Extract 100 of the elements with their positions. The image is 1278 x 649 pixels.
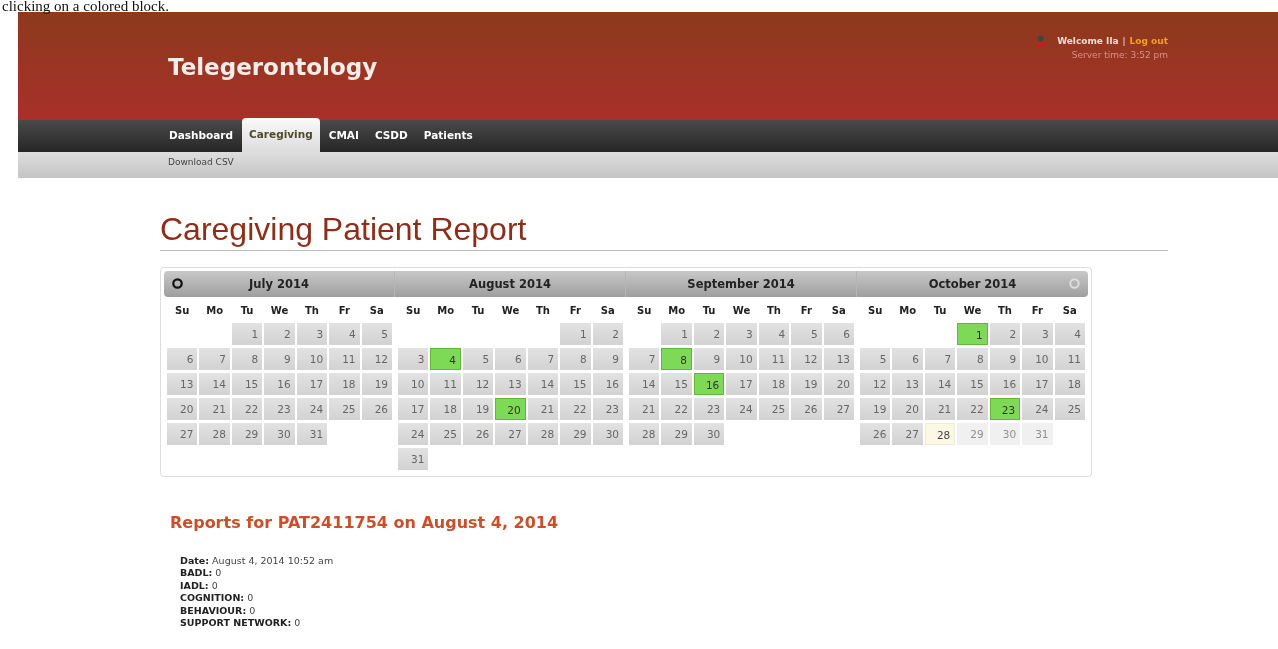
calendar-day[interactable]: 19 (361, 373, 392, 396)
calendar-day[interactable]: 1 (957, 323, 988, 346)
calendar-day[interactable]: 31 (296, 423, 328, 446)
calendar-day[interactable]: 5 (791, 323, 822, 346)
calendar-day[interactable]: 6 (167, 348, 198, 371)
calendar-day[interactable]: 18 (329, 373, 360, 396)
calendar-day[interactable]: 23 (693, 398, 725, 421)
calendar-day[interactable]: 2 (264, 323, 295, 346)
calendar-day[interactable]: 12 (860, 373, 891, 396)
calendar-day[interactable]: 28 (199, 423, 230, 446)
calendar-day[interactable]: 27 (892, 423, 923, 446)
calendar-day[interactable]: 7 (924, 348, 956, 371)
calendar-day[interactable]: 10 (398, 373, 429, 396)
calendar-day[interactable]: 13 (495, 373, 526, 396)
calendar-day[interactable]: 8 (957, 348, 988, 371)
calendar-day[interactable]: 10 (726, 348, 757, 371)
calendar-day[interactable]: 22 (231, 398, 263, 421)
calendar-day[interactable]: 9 (693, 348, 725, 371)
calendar-day[interactable]: 25 (758, 398, 790, 421)
subnav-link[interactable]: Download CSV (168, 152, 234, 178)
calendar-day[interactable]: 6 (495, 348, 526, 371)
calendar-day[interactable]: 8 (661, 348, 692, 371)
calendar-day[interactable]: 18 (1054, 373, 1085, 396)
calendar-day[interactable]: 13 (892, 373, 923, 396)
calendar-day[interactable]: 22 (560, 398, 591, 421)
calendar-day[interactable]: 1 (560, 323, 591, 346)
calendar-day[interactable]: 27 (167, 423, 198, 446)
calendar-day[interactable]: 25 (430, 423, 461, 446)
calendar-day[interactable]: 17 (1022, 373, 1053, 396)
calendar-day[interactable]: 21 (527, 398, 559, 421)
calendar-day[interactable]: 3 (1022, 323, 1053, 346)
nav-tab[interactable]: Caregiving (242, 118, 320, 152)
calendar-day[interactable]: 3 (726, 323, 757, 346)
calendar-day[interactable]: 24 (726, 398, 757, 421)
calendar-day[interactable]: 15 (231, 373, 263, 396)
calendar-day[interactable]: 24 (398, 423, 429, 446)
calendar-day[interactable]: 2 (693, 323, 725, 346)
calendar-day[interactable]: 2 (592, 323, 623, 346)
calendar-day[interactable]: 27 (823, 398, 854, 421)
calendar-day[interactable]: 21 (199, 398, 230, 421)
calendar-day[interactable]: 12 (361, 348, 392, 371)
calendar-day[interactable]: 10 (1022, 348, 1053, 371)
calendar-day[interactable]: 14 (629, 373, 660, 396)
calendar-day[interactable]: 15 (560, 373, 591, 396)
calendar-day[interactable]: 16 (592, 373, 623, 396)
calendar-day[interactable]: 7 (527, 348, 559, 371)
calendar-day[interactable]: 19 (791, 373, 822, 396)
calendar-day[interactable]: 30 (592, 423, 623, 446)
calendar-day[interactable]: 26 (791, 398, 822, 421)
calendar-day[interactable]: 15 (957, 373, 988, 396)
nav-tab[interactable]: Dashboard (162, 121, 241, 152)
calendar-day[interactable]: 3 (398, 348, 429, 371)
calendar-day[interactable]: 11 (1054, 348, 1085, 371)
calendar-day[interactable]: 16 (264, 373, 295, 396)
calendar-day[interactable]: 13 (823, 348, 854, 371)
calendar-day[interactable]: 27 (495, 423, 526, 446)
calendar-day[interactable]: 10 (296, 348, 328, 371)
calendar-day[interactable]: 5 (462, 348, 494, 371)
calendar-day[interactable]: 23 (989, 398, 1021, 421)
calendar-day[interactable]: 14 (527, 373, 559, 396)
calendar-day[interactable]: 19 (462, 398, 494, 421)
calendar-day[interactable]: 17 (296, 373, 328, 396)
calendar-day[interactable]: 8 (560, 348, 591, 371)
calendar-day[interactable]: 12 (791, 348, 822, 371)
calendar-day[interactable]: 23 (592, 398, 623, 421)
calendar-day[interactable]: 24 (296, 398, 328, 421)
calendar-day[interactable]: 7 (199, 348, 230, 371)
calendar-day[interactable]: 28 (527, 423, 559, 446)
calendar-day[interactable]: 28 (924, 423, 956, 446)
calendar-day[interactable]: 25 (1054, 398, 1085, 421)
calendar-day[interactable]: 5 (361, 323, 392, 346)
nav-tab[interactable]: CSDD (367, 121, 415, 152)
calendar-day[interactable]: 9 (592, 348, 623, 371)
calendar-day[interactable]: 16 (693, 373, 725, 396)
calendar-day[interactable]: 30 (264, 423, 295, 446)
calendar-day[interactable]: 2 (989, 323, 1021, 346)
calendar-day[interactable]: 6 (892, 348, 923, 371)
calendar-day[interactable]: 14 (199, 373, 230, 396)
nav-tab[interactable]: Patients (416, 121, 480, 152)
calendar-day[interactable]: 26 (860, 423, 891, 446)
calendar-day[interactable]: 20 (823, 373, 854, 396)
calendar-day[interactable]: 20 (495, 398, 526, 421)
calendar-day[interactable]: 21 (629, 398, 660, 421)
calendar-day[interactable]: 4 (758, 323, 790, 346)
calendar-day[interactable]: 14 (924, 373, 956, 396)
calendar-day[interactable]: 7 (629, 348, 660, 371)
calendar-day[interactable]: 11 (430, 373, 461, 396)
calendar-day[interactable]: 4 (329, 323, 360, 346)
previous-icon[interactable] (172, 278, 183, 290)
calendar-day[interactable]: 8 (231, 348, 263, 371)
calendar-day[interactable]: 22 (957, 398, 988, 421)
calendar-day[interactable]: 26 (361, 398, 392, 421)
calendar-day[interactable]: 23 (264, 398, 295, 421)
calendar-day[interactable]: 1 (661, 323, 692, 346)
calendar-day[interactable]: 21 (924, 398, 956, 421)
calendar-day[interactable]: 31 (398, 448, 429, 471)
calendar-day[interactable]: 20 (167, 398, 198, 421)
calendar-day[interactable]: 18 (758, 373, 790, 396)
calendar-day[interactable]: 20 (892, 398, 923, 421)
calendar-day[interactable]: 4 (430, 348, 461, 371)
